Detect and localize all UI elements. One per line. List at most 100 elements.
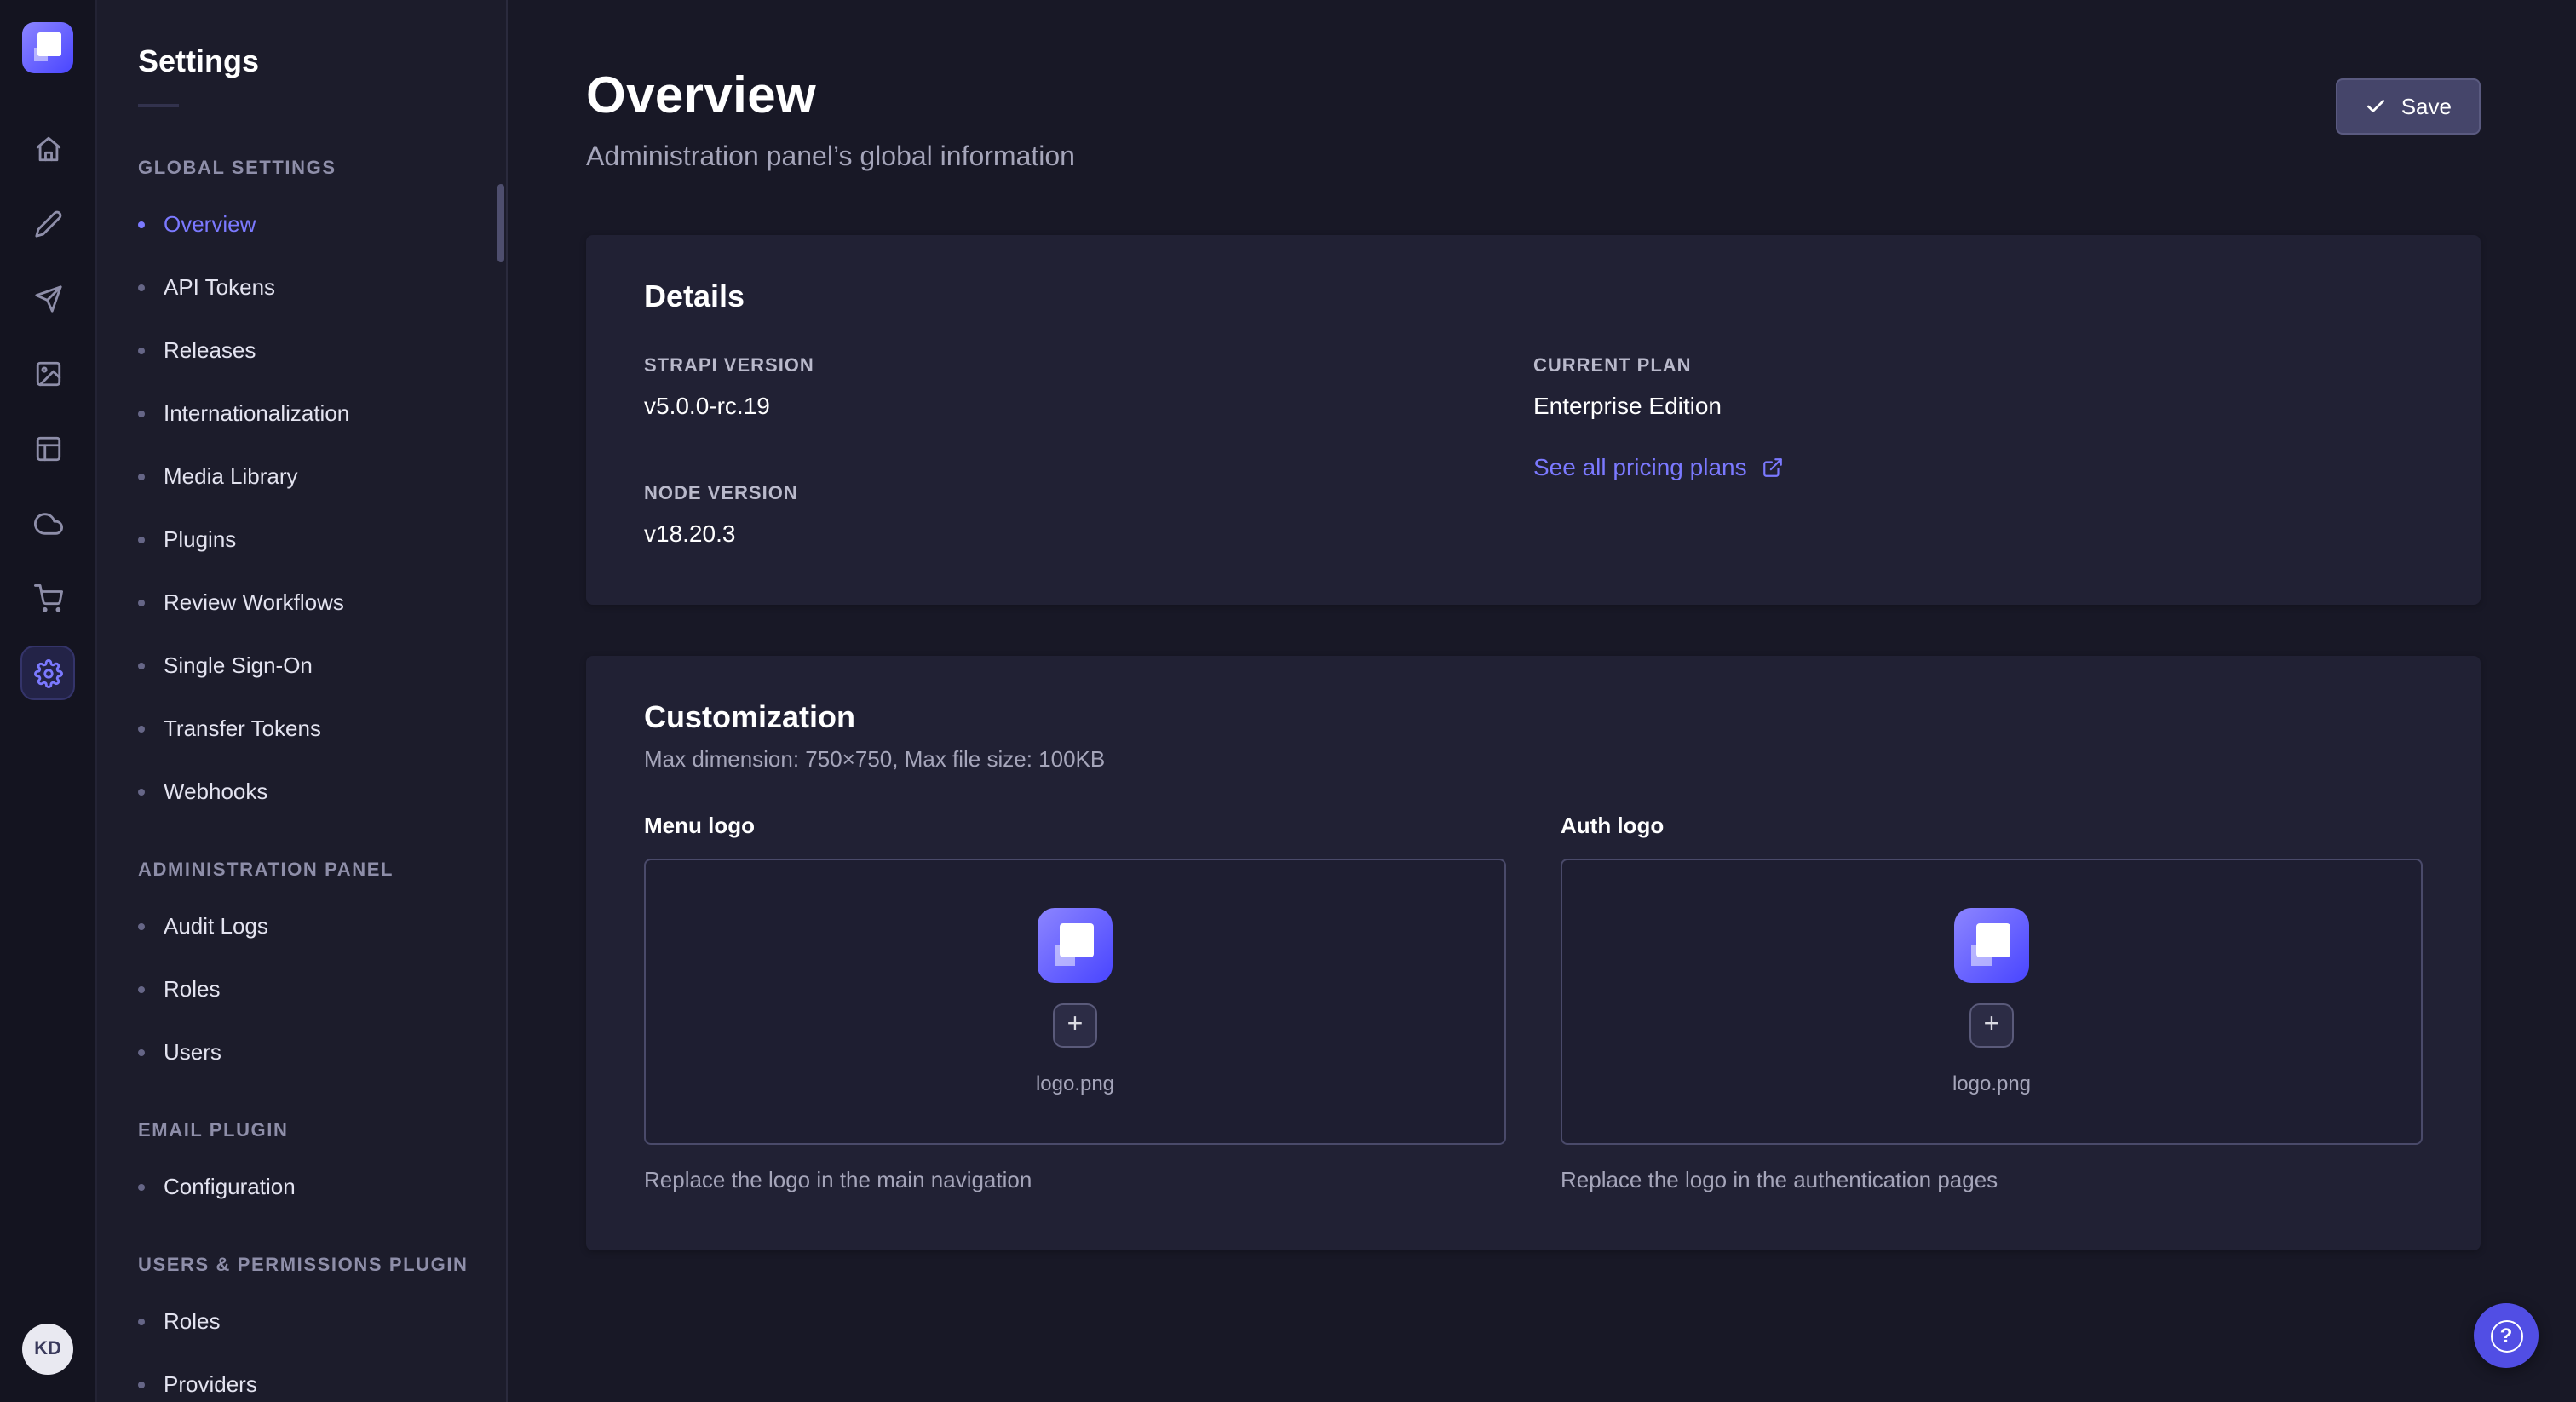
bullet-icon: [138, 536, 145, 543]
sidebar-item-label: API Tokens: [164, 274, 275, 300]
plus-icon: +: [1067, 1012, 1084, 1039]
sidebar-item-audit-logs[interactable]: Audit Logs: [138, 894, 506, 957]
node-version-field: NODE VERSION v18.20.3: [644, 484, 1533, 547]
sidebar-item-label: Users: [164, 1039, 221, 1065]
sidebar-item-up-roles[interactable]: Roles: [138, 1290, 506, 1353]
home-icon[interactable]: [20, 121, 75, 175]
sidebar-item-internationalization[interactable]: Internationalization: [138, 382, 506, 445]
section-header-users-permissions-plugin: USERS & PERMISSIONS PLUGIN: [138, 1255, 506, 1276]
page-subtitle: Administration panel’s global informatio…: [586, 143, 1075, 174]
details-card: Details STRAPI VERSION v5.0.0-rc.19 NODE…: [586, 235, 2481, 605]
field-label: NODE VERSION: [644, 484, 1533, 504]
bullet-icon: [138, 1049, 145, 1055]
bullet-icon: [138, 1381, 145, 1388]
cloud-icon[interactable]: [20, 496, 75, 550]
pricing-plans-link[interactable]: See all pricing plans: [1533, 453, 1785, 480]
sidebar-item-overview[interactable]: Overview: [138, 192, 506, 256]
field-label: CURRENT PLAN: [1533, 356, 2423, 376]
sidebar-item-transfer-tokens[interactable]: Transfer Tokens: [138, 697, 506, 760]
details-card-title: Details: [644, 279, 2423, 315]
sidebar-item-releases[interactable]: Releases: [138, 319, 506, 382]
menu-logo-dropzone[interactable]: + logo.png: [644, 859, 1506, 1145]
sidebar-item-label: Releases: [164, 337, 256, 363]
releases-icon[interactable]: [20, 271, 75, 325]
logo-filename: logo.png: [1036, 1072, 1114, 1095]
save-button[interactable]: Save: [2337, 78, 2481, 135]
bullet-icon: [138, 284, 145, 290]
sidebar-item-label: Providers: [164, 1371, 257, 1397]
pricing-plans-link-label: See all pricing plans: [1533, 453, 1747, 480]
sidebar-item-media-library[interactable]: Media Library: [138, 445, 506, 508]
sidebar-item-admin-users[interactable]: Users: [138, 1020, 506, 1083]
upload-hint: Replace the logo in the authentication p…: [1561, 1167, 2423, 1192]
strapi-logo-preview: [1038, 908, 1113, 983]
sidebar-item-api-tokens[interactable]: API Tokens: [138, 256, 506, 319]
details-left-column: STRAPI VERSION v5.0.0-rc.19 NODE VERSION…: [644, 356, 1533, 547]
sidebar-item-label: Internationalization: [164, 400, 349, 426]
customization-card-title: Customization: [644, 700, 2423, 736]
page-title: Overview: [586, 68, 1075, 126]
add-logo-button[interactable]: +: [1053, 1003, 1097, 1048]
content-manager-icon[interactable]: [20, 421, 75, 475]
sidebar-title-divider: [138, 104, 179, 107]
sidebar-item-webhooks[interactable]: Webhooks: [138, 760, 506, 823]
sidebar-title: Settings: [138, 44, 506, 80]
media-library-icon[interactable]: [20, 346, 75, 400]
bullet-icon: [138, 922, 145, 929]
sidebar-item-email-configuration[interactable]: Configuration: [138, 1155, 506, 1218]
sidebar-item-label: Audit Logs: [164, 913, 268, 939]
logo-filename: logo.png: [1952, 1072, 2031, 1095]
bullet-icon: [138, 347, 145, 353]
page-header: Overview Administration panel’s global i…: [586, 68, 2481, 174]
strapi-logo[interactable]: [22, 22, 73, 73]
main-nav-rail: KD: [0, 0, 97, 1402]
save-button-label: Save: [2401, 94, 2452, 119]
main-nav-icons: [20, 121, 75, 700]
section-header-administration-panel: ADMINISTRATION PANEL: [138, 860, 506, 881]
details-grid: STRAPI VERSION v5.0.0-rc.19 NODE VERSION…: [644, 356, 2423, 547]
sidebar-item-plugins[interactable]: Plugins: [138, 508, 506, 571]
bullet-icon: [138, 662, 145, 669]
content-type-builder-icon[interactable]: [20, 196, 75, 250]
sidebar-item-admin-roles[interactable]: Roles: [138, 957, 506, 1020]
plus-icon: +: [1984, 1012, 2000, 1039]
field-label: STRAPI VERSION: [644, 356, 1533, 376]
customization-card: Customization Max dimension: 750×750, Ma…: [586, 656, 2481, 1250]
section-header-email-plugin: EMAIL PLUGIN: [138, 1121, 506, 1141]
upload-label: Auth logo: [1561, 813, 2423, 838]
auth-logo-dropzone[interactable]: + logo.png: [1561, 859, 2423, 1145]
field-value: v18.20.3: [644, 520, 1533, 547]
sidebar-item-label: Overview: [164, 211, 256, 237]
page-header-text: Overview Administration panel’s global i…: [586, 68, 1075, 174]
sidebar-item-label: Transfer Tokens: [164, 715, 321, 741]
main-content: Overview Administration panel’s global i…: [508, 0, 2576, 1402]
help-button[interactable]: ?: [2474, 1303, 2539, 1368]
bullet-icon: [138, 788, 145, 795]
sidebar-scrollbar[interactable]: [497, 184, 504, 262]
customization-card-subtitle: Max dimension: 750×750, Max file size: 1…: [644, 746, 2423, 772]
question-mark-icon: ?: [2490, 1319, 2522, 1352]
cards-container: Details STRAPI VERSION v5.0.0-rc.19 NODE…: [586, 235, 2481, 1250]
marketplace-icon[interactable]: [20, 571, 75, 625]
sidebar-item-review-workflows[interactable]: Review Workflows: [138, 571, 506, 634]
bullet-icon: [138, 985, 145, 992]
user-avatar[interactable]: KD: [22, 1324, 73, 1375]
sidebar-item-label: Configuration: [164, 1174, 296, 1199]
logo-uploads: Menu logo + logo.png Replace the logo in…: [644, 813, 2423, 1192]
details-right-column: CURRENT PLAN Enterprise Edition See all …: [1533, 356, 2423, 547]
sidebar-item-label: Webhooks: [164, 779, 267, 804]
section-header-global-settings: GLOBAL SETTINGS: [138, 158, 506, 179]
sidebar-item-label: Review Workflows: [164, 589, 344, 615]
sidebar-item-label: Media Library: [164, 463, 298, 489]
check-icon: [2366, 95, 2388, 118]
external-link-icon: [1762, 456, 1785, 478]
sidebar-item-single-sign-on[interactable]: Single Sign-On: [138, 634, 506, 697]
strapi-version-field: STRAPI VERSION v5.0.0-rc.19: [644, 356, 1533, 419]
bullet-icon: [138, 725, 145, 732]
bullet-icon: [138, 473, 145, 480]
settings-icon[interactable]: [20, 646, 75, 700]
bullet-icon: [138, 1318, 145, 1324]
sidebar-item-up-providers[interactable]: Providers: [138, 1353, 506, 1402]
menu-logo-upload: Menu logo + logo.png Replace the logo in…: [644, 813, 1506, 1192]
add-logo-button[interactable]: +: [1969, 1003, 2014, 1048]
